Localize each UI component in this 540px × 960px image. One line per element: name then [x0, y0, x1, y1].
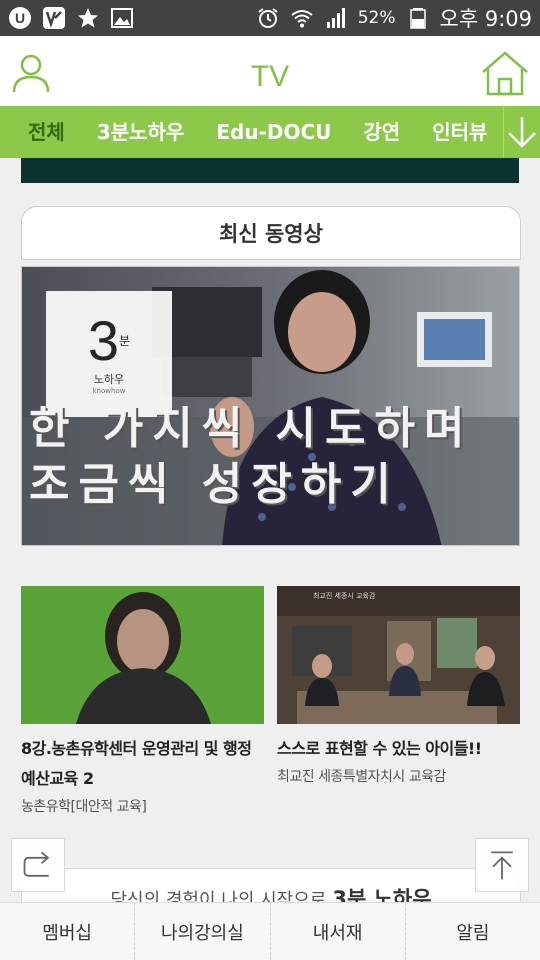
- status-bar: U 52% 오후 9:09: [0, 0, 540, 36]
- image-icon: [110, 6, 134, 30]
- nav-my-library[interactable]: 내서재: [271, 903, 406, 960]
- tab-lecture[interactable]: 강연: [347, 106, 416, 158]
- vivaldi-icon: [42, 6, 66, 30]
- section-heading: 최신 동영상: [21, 206, 521, 260]
- tab-edu-docu[interactable]: Edu-DOCU: [200, 106, 347, 158]
- bottom-nav: 멤버십 나의강의실 내서재 알림: [0, 902, 540, 960]
- scroll-top-button[interactable]: [475, 838, 529, 892]
- battery-percent: 52%: [357, 8, 396, 28]
- tab-all[interactable]: 전체: [0, 106, 81, 158]
- tab-interview[interactable]: 인터뷰: [416, 106, 503, 158]
- svg-text:최교진 세종시 교육감: 최교진 세종시 교육감: [313, 591, 376, 600]
- video-thumbnail[interactable]: [21, 586, 264, 724]
- video-category: 농촌유학[대안적 교육]: [21, 799, 147, 815]
- alarm-icon: [256, 6, 280, 30]
- svg-text:U: U: [15, 10, 25, 26]
- star-icon: [76, 6, 100, 30]
- video-title[interactable]: 스스로 표현할 수 있는 아이들!!: [277, 734, 527, 764]
- banner-carousel[interactable]: [21, 158, 519, 183]
- battery-icon: [406, 6, 430, 30]
- app-header: TV: [0, 36, 540, 106]
- clock: 오후 9:09: [439, 7, 532, 31]
- video-speaker: 최교진 세종특별자치시 교육감: [277, 769, 446, 785]
- video-thumbnail[interactable]: 최교진 세종시 교육감: [277, 586, 520, 724]
- u-plus-icon: U: [8, 6, 32, 30]
- arrow-up-icon: [491, 851, 513, 880]
- nav-my-classroom[interactable]: 나의강의실: [135, 903, 271, 960]
- home-icon[interactable]: [480, 50, 530, 96]
- featured-caption-line1: 한 가지씩 시도하며: [29, 403, 474, 454]
- arrow-down-icon: [508, 117, 537, 148]
- video-title[interactable]: 8강.농촌유학센터 운영관리 및 행정 예산교육 2: [21, 734, 271, 794]
- tab-3min-knowhow[interactable]: 3분노하우: [81, 106, 201, 158]
- nav-notifications[interactable]: 알림: [406, 903, 540, 960]
- featured-caption-line2: 조금씩 성장하기: [29, 459, 400, 510]
- nav-membership[interactable]: 멤버십: [0, 903, 136, 960]
- page-title: TV: [250, 60, 290, 93]
- signal-icon: [324, 6, 348, 30]
- wifi-icon: [290, 6, 314, 30]
- share-button[interactable]: [11, 838, 65, 892]
- category-tabs: 전체 3분노하우 Edu-DOCU 강연 인터뷰: [0, 106, 540, 158]
- 3min-knowhow-badge: 3분 노하우 knowhow: [46, 291, 172, 417]
- expand-tabs-button[interactable]: [503, 106, 540, 158]
- share-icon: [23, 851, 50, 877]
